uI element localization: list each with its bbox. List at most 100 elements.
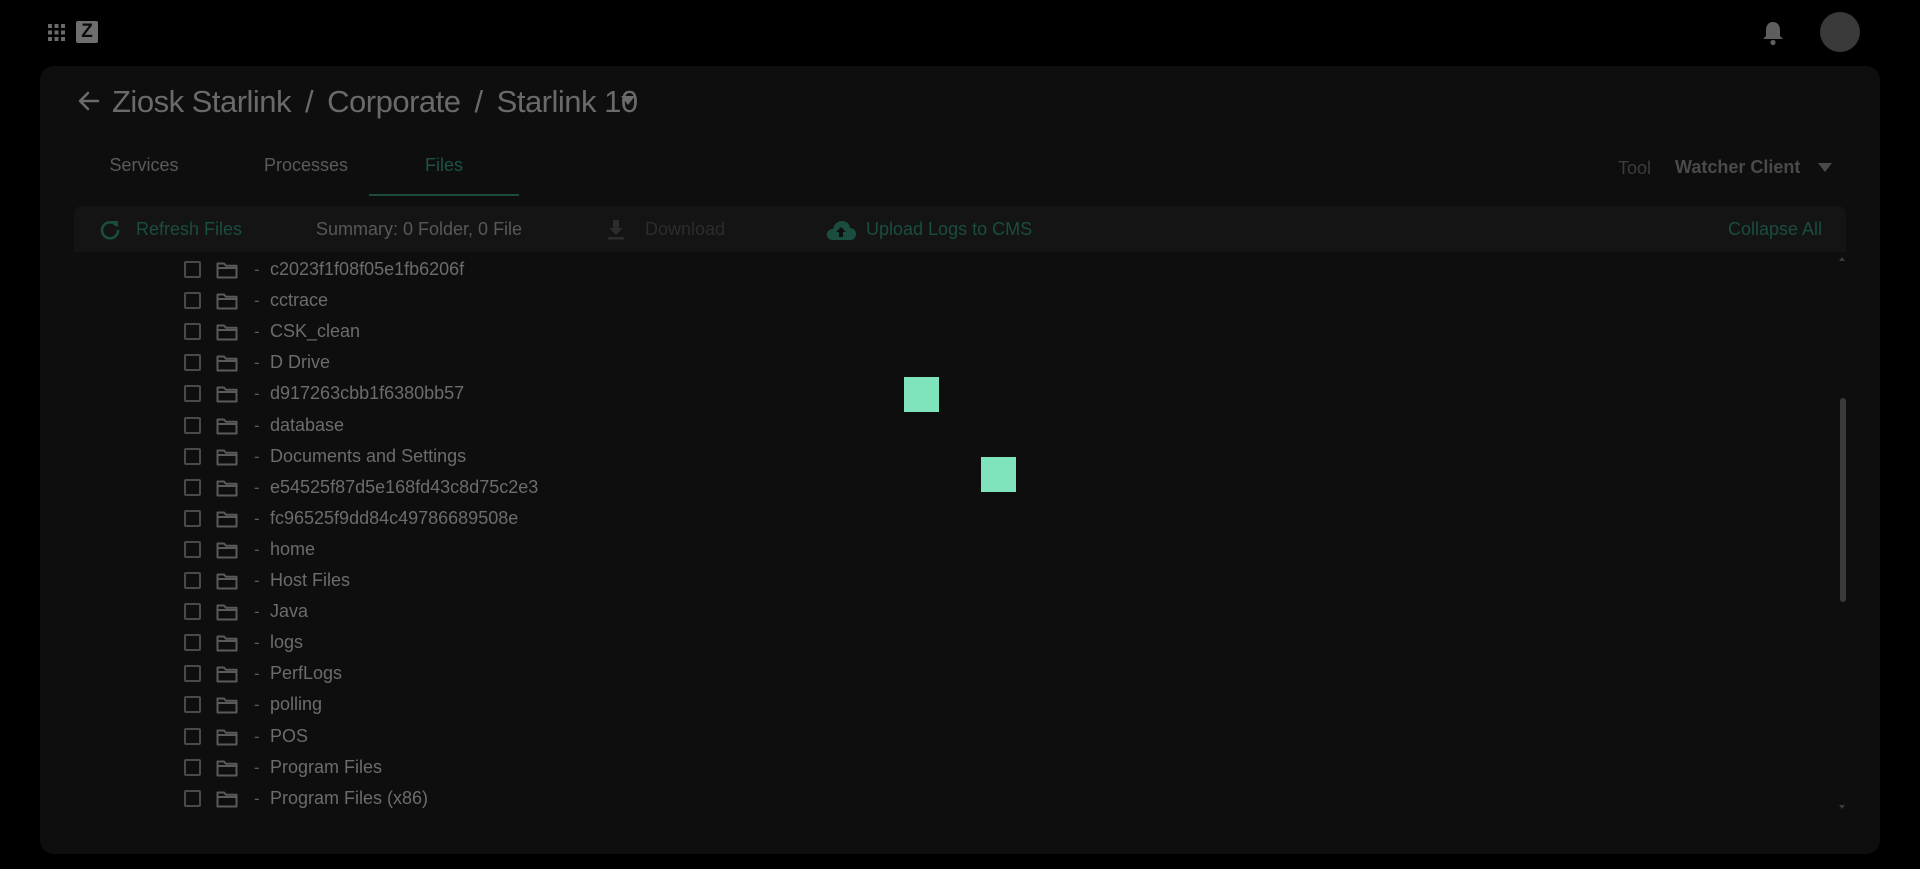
- file-name[interactable]: d917263cbb1f6380bb57: [270, 378, 464, 409]
- tool-dropdown-caret-icon[interactable]: [1818, 163, 1832, 173]
- grid-apps-icon[interactable]: [48, 24, 65, 41]
- download-button[interactable]: Download: [645, 206, 725, 252]
- folder-icon: [216, 604, 238, 621]
- tree-dash: -: [254, 446, 260, 466]
- folder-icon: [216, 511, 238, 528]
- file-name[interactable]: PerfLogs: [270, 658, 342, 689]
- file-name[interactable]: Program Files (x86): [270, 783, 428, 812]
- file-row[interactable]: - logs: [74, 627, 1774, 658]
- row-checkbox[interactable]: [184, 323, 201, 341]
- file-name[interactable]: cctrace: [270, 285, 328, 316]
- row-checkbox[interactable]: [184, 665, 201, 683]
- cloud-upload-icon[interactable]: [825, 218, 857, 242]
- tree-dash: -: [254, 508, 260, 528]
- file-name[interactable]: Program Files: [270, 752, 382, 783]
- tree-dash: -: [254, 260, 260, 279]
- refresh-icon[interactable]: [98, 218, 122, 242]
- row-checkbox[interactable]: [184, 261, 201, 278]
- row-checkbox[interactable]: [184, 416, 201, 434]
- top-bar: Z: [0, 0, 1920, 64]
- row-checkbox[interactable]: [184, 540, 201, 558]
- tab-files[interactable]: Files: [369, 150, 519, 196]
- file-row[interactable]: - PerfLogs: [74, 658, 1774, 689]
- row-checkbox[interactable]: [184, 385, 201, 403]
- file-name[interactable]: D Drive: [270, 347, 330, 378]
- loading-square: [981, 457, 1016, 492]
- row-checkbox[interactable]: [184, 758, 201, 776]
- scroll-down-arrow-icon[interactable]: [1839, 804, 1845, 810]
- files-toolbar: Refresh Files Summary: 0 Folder, 0 File …: [74, 206, 1846, 252]
- file-row[interactable]: - polling: [74, 689, 1774, 720]
- file-row[interactable]: - Java: [74, 596, 1774, 627]
- logo-letter: Z: [81, 21, 93, 42]
- file-row[interactable]: - cctrace: [74, 285, 1774, 316]
- upload-logs-button[interactable]: Upload Logs to CMS: [866, 206, 1032, 252]
- row-checkbox[interactable]: [184, 292, 201, 310]
- file-name[interactable]: CSK_clean: [270, 316, 360, 347]
- tree-dash: -: [254, 695, 260, 715]
- row-checkbox[interactable]: [184, 354, 201, 372]
- collapse-all-button[interactable]: Collapse All: [1728, 206, 1822, 252]
- file-name[interactable]: database: [270, 410, 344, 441]
- file-row[interactable]: - Program Files (x86): [74, 783, 1774, 812]
- file-row[interactable]: - Host Files: [74, 565, 1774, 596]
- row-checkbox[interactable]: [184, 509, 201, 527]
- download-icon[interactable]: [605, 218, 627, 240]
- file-name[interactable]: e54525f87d5e168fd43c8d75c2e3: [270, 472, 538, 503]
- tab-services[interactable]: Services: [90, 150, 198, 194]
- file-row[interactable]: -D Drive: [74, 347, 1774, 378]
- file-name[interactable]: Host Files: [270, 565, 350, 596]
- refresh-files-button[interactable]: Refresh Files: [136, 206, 242, 252]
- tree-dash: -: [254, 477, 260, 497]
- files-summary: Summary: 0 Folder, 0 File: [316, 219, 523, 239]
- file-name[interactable]: fc96525f9dd84c49786689508e: [270, 503, 518, 534]
- tree-dash: -: [254, 788, 260, 808]
- file-name[interactable]: logs: [270, 627, 303, 658]
- tab-processes[interactable]: Processes: [252, 150, 360, 194]
- folder-icon: [216, 791, 238, 808]
- folder-icon: [216, 324, 238, 341]
- row-checkbox[interactable]: [184, 572, 201, 589]
- row-checkbox[interactable]: [184, 447, 201, 465]
- file-row[interactable]: - Documents and Settings: [74, 441, 1774, 472]
- scrollbar-thumb[interactable]: [1840, 398, 1846, 602]
- file-name[interactable]: home: [270, 534, 315, 565]
- file-name[interactable]: Java: [270, 596, 308, 627]
- breadcrumb-item-device[interactable]: Starlink 10: [497, 84, 638, 119]
- tree-dash: -: [254, 664, 260, 684]
- row-checkbox[interactable]: [184, 603, 201, 621]
- breadcrumb-item-group[interactable]: Corporate: [327, 84, 461, 119]
- tree-dash: -: [254, 353, 260, 373]
- file-name[interactable]: Documents and Settings: [270, 441, 466, 472]
- row-checkbox[interactable]: [184, 727, 201, 745]
- breadcrumb-item-org[interactable]: Ziosk Starlink: [112, 84, 292, 119]
- tool-select[interactable]: Watcher Client: [1675, 157, 1800, 178]
- back-arrow-icon[interactable]: [76, 88, 102, 114]
- row-checkbox[interactable]: [184, 696, 201, 714]
- avatar[interactable]: [1820, 12, 1860, 52]
- bell-icon[interactable]: [1761, 20, 1785, 46]
- folder-icon: [216, 293, 238, 310]
- file-row[interactable]: - e54525f87d5e168fd43c8d75c2e3: [74, 472, 1774, 503]
- file-row[interactable]: - fc96525f9dd84c49786689508e: [74, 503, 1774, 534]
- file-row[interactable]: - Program Files: [74, 752, 1774, 783]
- device-dropdown-caret-icon[interactable]: [621, 96, 635, 106]
- app-logo[interactable]: Z: [76, 21, 98, 43]
- file-row[interactable]: - c2023f1f08f05e1fb6206f: [74, 254, 1774, 285]
- row-checkbox[interactable]: [184, 478, 201, 496]
- file-row[interactable]: - CSK_clean: [74, 316, 1774, 347]
- file-row[interactable]: - POS: [74, 721, 1774, 752]
- breadcrumb-separator: /: [474, 84, 484, 119]
- folder-icon: [216, 760, 238, 777]
- file-row[interactable]: - home: [74, 534, 1774, 565]
- scroll-up-arrow-icon[interactable]: [1839, 256, 1845, 262]
- row-checkbox[interactable]: [184, 789, 201, 807]
- file-name[interactable]: polling: [270, 689, 322, 720]
- folder-icon: [216, 666, 238, 683]
- folder-icon: [216, 386, 238, 403]
- file-name[interactable]: POS: [270, 721, 308, 752]
- file-row[interactable]: - database: [74, 410, 1774, 441]
- folder-icon: [216, 418, 238, 434]
- file-name[interactable]: c2023f1f08f05e1fb6206f: [270, 254, 464, 285]
- row-checkbox[interactable]: [184, 634, 201, 652]
